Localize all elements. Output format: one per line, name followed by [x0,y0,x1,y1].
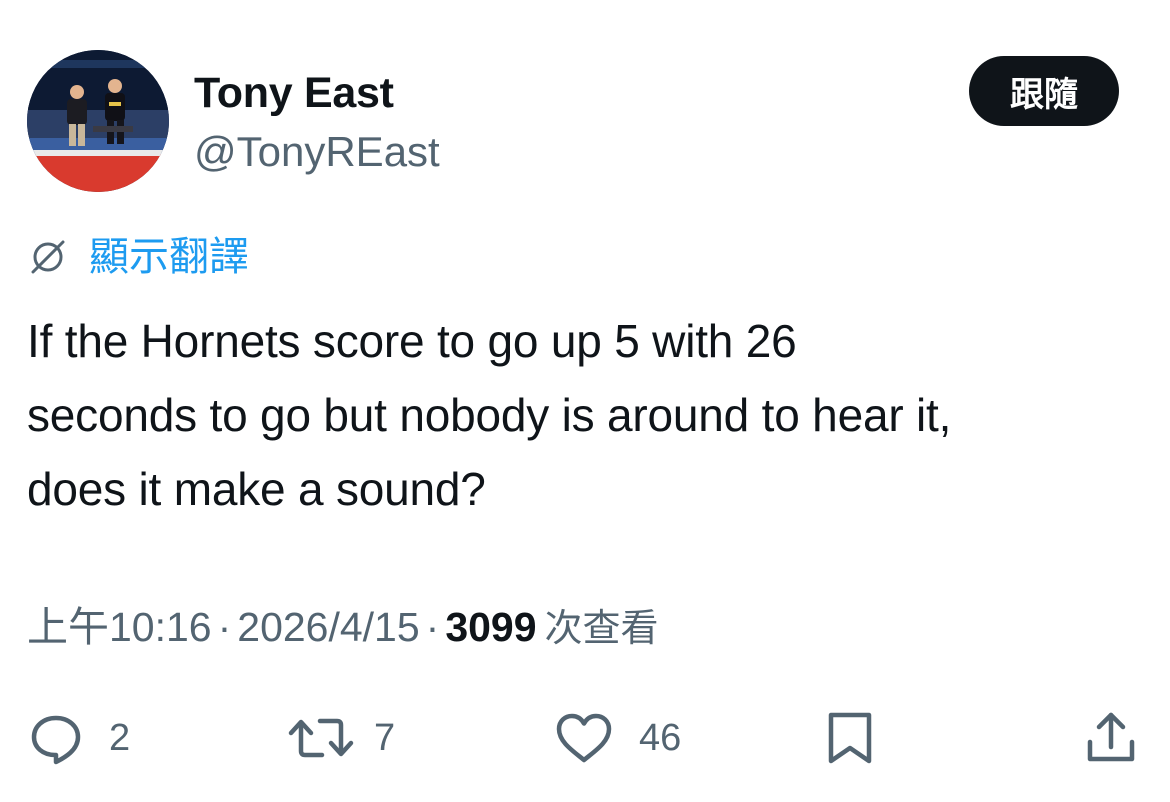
translate-globe-icon [27,236,69,278]
heart-icon [553,709,615,767]
retweet-button[interactable]: 7 [288,700,395,776]
tweet-date[interactable]: 2026/4/15 [237,604,419,650]
tweet-time[interactable]: 上午10:16 [27,604,212,650]
retweet-icon [288,709,354,767]
tweet-text-line: does it make a sound? [27,463,486,515]
bookmark-button[interactable] [824,700,876,776]
author-handle[interactable]: @TonyREast [194,127,440,177]
share-button[interactable] [1082,700,1140,776]
retweet-count: 7 [374,716,396,759]
avatar[interactable] [27,50,169,192]
tweet-text: If the Hornets score to go up 5 with 26 … [27,304,1147,526]
like-count: 46 [639,716,682,759]
tweet-meta: 上午10:16 · 2026/4/15 · 3099 次查看 [27,600,659,655]
reply-button[interactable]: 2 [27,700,130,776]
show-translation-link[interactable]: 顯示翻譯 [27,230,249,284]
translate-label: 顯示翻譯 [89,234,249,280]
tweet-card: Tony East @TonyREast 跟隨 顯示翻譯 If the Horn… [0,0,1170,802]
author-display-name[interactable]: Tony East [194,68,394,118]
follow-button[interactable]: 跟隨 [969,56,1119,126]
views-count[interactable]: 3099 [445,604,536,650]
share-icon [1082,709,1140,767]
reply-icon [27,709,85,767]
like-button[interactable]: 46 [553,700,681,776]
avatar-image [27,50,169,192]
meta-separator: · [425,604,440,650]
action-bar: 2 7 46 [0,700,1170,776]
tweet-text-line: seconds to go but nobody is around to he… [27,389,952,441]
reply-count: 2 [109,716,131,759]
meta-separator: · [217,604,232,650]
bookmark-icon [824,709,876,767]
views-label[interactable]: 次查看 [545,606,659,650]
tweet-text-line: If the Hornets score to go up 5 with 26 [27,315,797,367]
